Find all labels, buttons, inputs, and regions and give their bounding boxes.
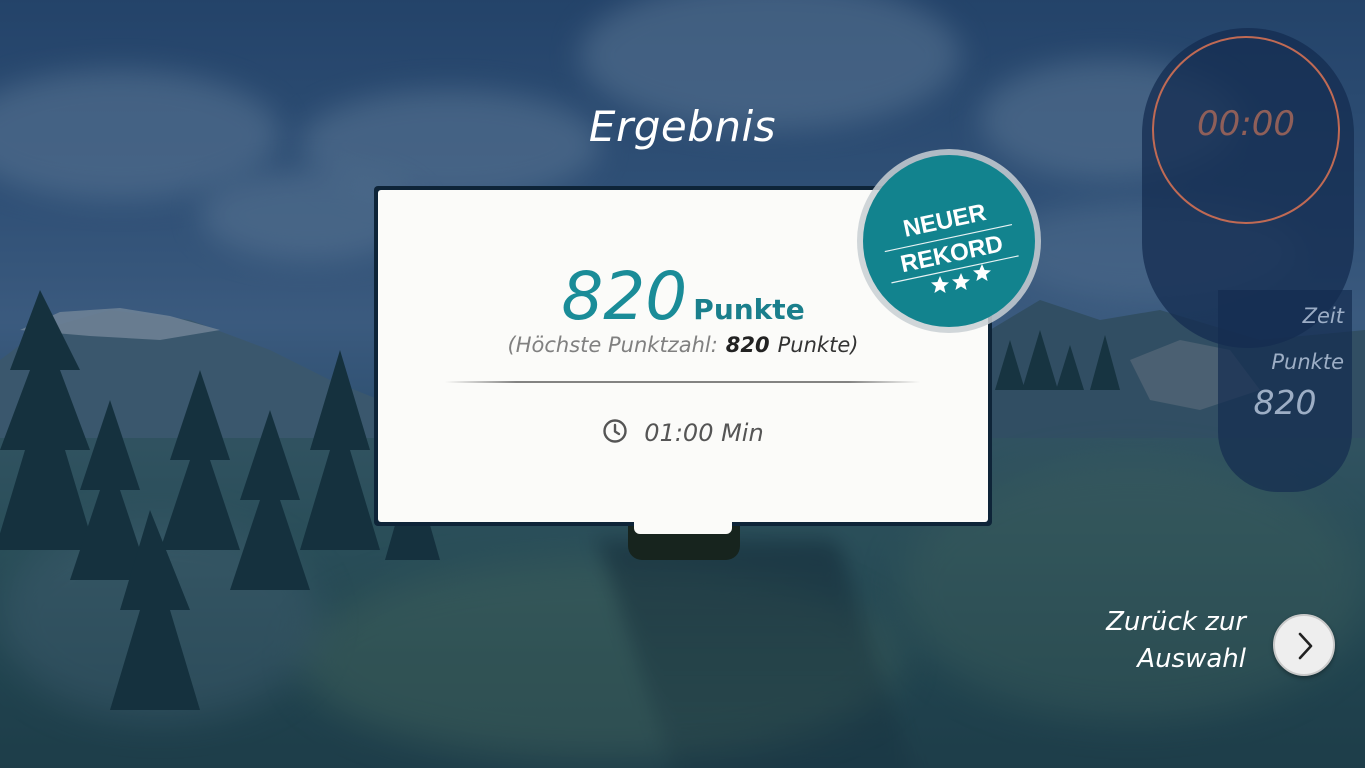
hud-points-label: Punkte — [1271, 350, 1344, 374]
divider — [445, 381, 920, 383]
back-to-selection-button[interactable] — [1273, 614, 1335, 676]
highscore-label: (Höchste Punktzahl: — [507, 333, 718, 357]
new-record-badge: NEUER REKORD — [857, 149, 1041, 333]
hud-points-value: 820 — [1253, 383, 1317, 422]
clock-icon — [603, 419, 627, 443]
duration-row: 01:00 Min — [378, 418, 988, 447]
hud-time-label: Zeit — [1302, 304, 1344, 328]
highscore-unit: Punkte) — [777, 333, 859, 357]
result-card-tab — [634, 520, 732, 534]
hud-timer: 00:00 — [1197, 104, 1295, 144]
chevron-right-icon — [1298, 632, 1313, 660]
back-label-line1: Zurück zur — [1106, 607, 1246, 637]
score-unit: Punkte — [693, 293, 805, 326]
score-value: 820 — [561, 258, 688, 335]
highscore-value: 820 — [725, 333, 770, 357]
duration-value: 01:00 Min — [644, 419, 764, 447]
back-label-line2: Auswahl — [1137, 644, 1246, 674]
highscore-row: (Höchste Punktzahl: 820 Punkte) — [378, 333, 988, 357]
back-to-selection-label[interactable]: Zurück zur Auswahl — [1060, 604, 1246, 678]
